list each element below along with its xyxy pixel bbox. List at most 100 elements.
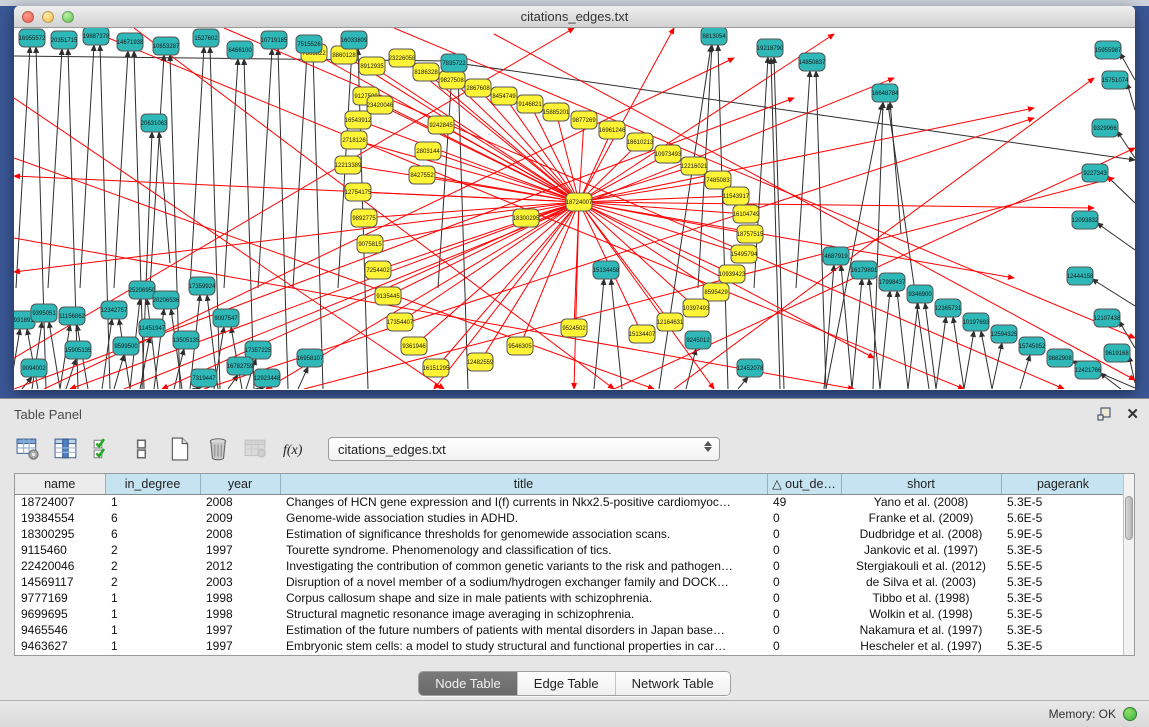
function-builder-icon[interactable]: f(x)	[280, 435, 308, 463]
network-canvas[interactable]: 1872400791275091654391227181261221338912…	[14, 28, 1135, 389]
table-cell[interactable]: 1	[105, 638, 200, 654]
table-cell[interactable]: Disruption of a novel member of a sodium…	[280, 574, 767, 590]
table-cell[interactable]: Dudbridge et al. (2008)	[841, 526, 1001, 542]
table-cell[interactable]: 2	[105, 574, 200, 590]
table-cell[interactable]: 5.9E-5	[1001, 526, 1125, 542]
table-cell[interactable]: 5.3E-5	[1001, 638, 1125, 654]
table-cell[interactable]: Genome-wide association studies in ADHD.	[280, 510, 767, 526]
table-cell[interactable]: Estimation of significance thresholds fo…	[280, 526, 767, 542]
table-cell[interactable]: Wolkin et al. (1998)	[841, 606, 1001, 622]
table-cell[interactable]: 6	[105, 510, 200, 526]
table-cell[interactable]: 9115460	[15, 542, 105, 558]
table-cell[interactable]: 0	[767, 558, 841, 574]
table-cell[interactable]: 5.3E-5	[1001, 542, 1125, 558]
table-cell[interactable]: 1998	[200, 590, 280, 606]
table-cell[interactable]: 6	[105, 526, 200, 542]
column-header-year[interactable]: year	[200, 474, 280, 494]
table-cell[interactable]: Changes of HCN gene expression and I(f) …	[280, 494, 767, 510]
column-header-pagerank[interactable]: pagerank	[1001, 474, 1125, 494]
table-select[interactable]: citations_edges.txt	[328, 437, 720, 461]
table-cell[interactable]: Jankovic et al. (1997)	[841, 542, 1001, 558]
column-header-out_de[interactable]: △ out_de…	[767, 474, 841, 494]
new-column-icon[interactable]	[166, 435, 194, 463]
table-cell[interactable]: 1997	[200, 638, 280, 654]
table-cell[interactable]: 5.3E-5	[1001, 494, 1125, 510]
table-cell[interactable]: 49	[767, 494, 841, 510]
table-cell[interactable]: 1	[105, 494, 200, 510]
table-row[interactable]: 1938455462009Genome-wide association stu…	[15, 510, 1125, 526]
table-cell[interactable]: 2008	[200, 526, 280, 542]
delete-table-icon[interactable]	[242, 435, 270, 463]
table-cell[interactable]: 0	[767, 574, 841, 590]
show-columns-icon[interactable]	[52, 435, 80, 463]
scrollbar-thumb[interactable]	[1125, 496, 1133, 540]
table-cell[interactable]: 0	[767, 526, 841, 542]
table-cell[interactable]: 1997	[200, 622, 280, 638]
table-cell[interactable]: 2012	[200, 558, 280, 574]
table-cell[interactable]: Embryonic stem cells: a model to study s…	[280, 638, 767, 654]
table-row[interactable]: 2242004622012Investigating the contribut…	[15, 558, 1125, 574]
table-cell[interactable]: 0	[767, 590, 841, 606]
table-cell[interactable]: 18300295	[15, 526, 105, 542]
table-cell[interactable]: 0	[767, 622, 841, 638]
table-cell[interactable]: 2	[105, 558, 200, 574]
table-cell[interactable]: Investigating the contribution of common…	[280, 558, 767, 574]
table-cell[interactable]: Tibbo et al. (1998)	[841, 590, 1001, 606]
table-cell[interactable]: 5.5E-5	[1001, 558, 1125, 574]
table-row[interactable]: 1830029562008Estimation of significance …	[15, 526, 1125, 542]
table-cell[interactable]: 0	[767, 542, 841, 558]
tab-network-table[interactable]: Network Table	[616, 672, 730, 695]
table-cell[interactable]: 1998	[200, 606, 280, 622]
table-cell[interactable]: 2008	[200, 494, 280, 510]
close-panel-icon[interactable]: ✕	[1126, 407, 1139, 422]
table-cell[interactable]: 1	[105, 606, 200, 622]
table-cell[interactable]: 5.6E-5	[1001, 510, 1125, 526]
table-cell[interactable]: 9777169	[15, 590, 105, 606]
table-cell[interactable]: 2003	[200, 574, 280, 590]
table-row[interactable]: 911546021997Tourette syndrome. Phenomeno…	[15, 542, 1125, 558]
table-cell[interactable]: Franke et al. (2009)	[841, 510, 1001, 526]
table-cell[interactable]: 1	[105, 622, 200, 638]
table-cell[interactable]: Tourette syndrome. Phenomenology and cla…	[280, 542, 767, 558]
column-header-title[interactable]: title	[280, 474, 767, 494]
table-cell[interactable]: Stergiakouli et al. (2012)	[841, 558, 1001, 574]
table-row[interactable]: 946362711997Embryonic stem cells: a mode…	[15, 638, 1125, 654]
table-cell[interactable]: 2009	[200, 510, 280, 526]
table-scrollbar[interactable]	[1123, 474, 1134, 655]
table-cell[interactable]: Structural magnetic resonance image aver…	[280, 606, 767, 622]
table-cell[interactable]: 1997	[200, 542, 280, 558]
table-row[interactable]: 969969511998Structural magnetic resonanc…	[15, 606, 1125, 622]
column-header-short[interactable]: short	[841, 474, 1001, 494]
table-cell[interactable]: 1	[105, 590, 200, 606]
table-cell[interactable]: 5.3E-5	[1001, 622, 1125, 638]
table-cell[interactable]: 5.3E-5	[1001, 606, 1125, 622]
table-mode-icon[interactable]	[14, 435, 42, 463]
table-cell[interactable]: Nakamura et al. (1997)	[841, 622, 1001, 638]
stacked-squares-icon[interactable]	[128, 435, 156, 463]
float-panel-icon[interactable]	[1097, 407, 1112, 422]
table-cell[interactable]: 14569117	[15, 574, 105, 590]
column-header-name[interactable]: name	[15, 474, 105, 494]
delete-column-icon[interactable]	[204, 435, 232, 463]
table-cell[interactable]: 22420046	[15, 558, 105, 574]
tab-node-table[interactable]: Node Table	[419, 672, 518, 695]
table-cell[interactable]: 9465546	[15, 622, 105, 638]
table-cell[interactable]: 9463627	[15, 638, 105, 654]
table-row[interactable]: 946554611997Estimation of the future num…	[15, 622, 1125, 638]
table-cell[interactable]: de Silva et al. (2003)	[841, 574, 1001, 590]
table-cell[interactable]: 5.3E-5	[1001, 590, 1125, 606]
table-cell[interactable]: 19384554	[15, 510, 105, 526]
column-header-in_degree[interactable]: in_degree	[105, 474, 200, 494]
window-titlebar[interactable]: citations_edges.txt	[14, 6, 1135, 28]
select-checks-icon[interactable]	[90, 435, 118, 463]
table-cell[interactable]: 0	[767, 606, 841, 622]
table-cell[interactable]: 2	[105, 542, 200, 558]
table-cell[interactable]: Yano et al. (2008)	[841, 494, 1001, 510]
table-cell[interactable]: Hescheler et al. (1997)	[841, 638, 1001, 654]
table-cell[interactable]: 18724007	[15, 494, 105, 510]
table-cell[interactable]: 0	[767, 638, 841, 654]
table-cell[interactable]: Corpus callosum shape and size in male p…	[280, 590, 767, 606]
table-row[interactable]: 977716911998Corpus callosum shape and si…	[15, 590, 1125, 606]
table-row[interactable]: 1872400712008Changes of HCN gene express…	[15, 494, 1125, 510]
table-cell[interactable]: 9699695	[15, 606, 105, 622]
